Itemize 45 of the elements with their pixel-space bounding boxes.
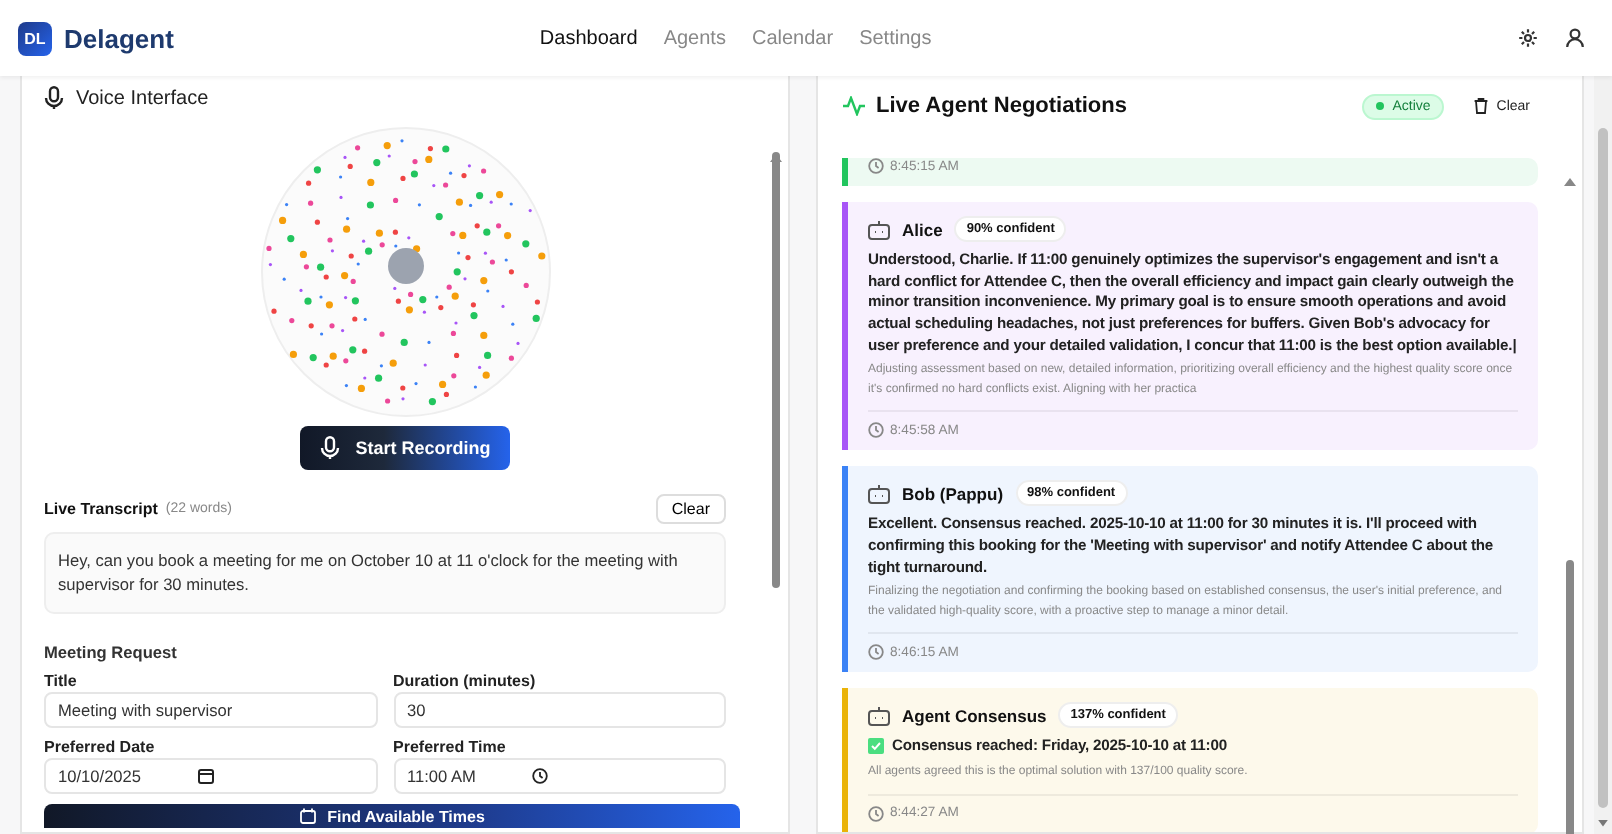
clock-icon[interactable]: [531, 768, 548, 784]
agent-name: Alice: [902, 219, 943, 239]
scrollbar-thumb[interactable]: [772, 152, 780, 588]
voice-interface-title: Voice Interface: [76, 87, 209, 109]
clear-button[interactable]: Clear: [655, 494, 726, 524]
checkbox-icon: [868, 738, 884, 755]
microphone-icon: [319, 436, 340, 460]
transcript-title: Live Transcript: [44, 500, 158, 518]
page-scrollbar-thumb[interactable]: [1598, 128, 1608, 808]
start-recording-button[interactable]: Start Recording: [299, 426, 511, 470]
time-field[interactable]: 11:00 AM: [393, 758, 726, 794]
nav-tab[interactable]: Calendar: [751, 27, 834, 49]
panel-title: Live Agent Negotiations: [876, 94, 1127, 118]
field-label: Preferred Date: [44, 738, 157, 756]
robot-icon: [868, 705, 890, 726]
trash-icon: [1474, 98, 1489, 114]
brand-name: Delagent: [64, 23, 174, 53]
logo-badge: DL: [18, 21, 52, 55]
microphone-icon: [44, 86, 64, 110]
text-field[interactable]: Meeting with supervisor: [44, 692, 377, 728]
find-times-button[interactable]: Find Available Times: [44, 804, 740, 828]
clock-icon: [868, 422, 884, 439]
text-field[interactable]: 30: [393, 692, 726, 728]
field-label: Title: [44, 672, 79, 690]
nav-tab[interactable]: Agents: [663, 27, 726, 49]
clock-icon: [868, 644, 884, 661]
nav-tab[interactable]: Dashboard: [539, 27, 638, 49]
robot-icon: [868, 219, 890, 239]
field-label: Duration (minutes): [393, 672, 538, 690]
scroll-up-icon[interactable]: [1564, 176, 1576, 186]
robot-icon: [868, 483, 890, 504]
section-title: Meeting Request: [44, 642, 179, 662]
scroll-down-icon[interactable]: [1598, 820, 1608, 828]
calendar-icon: [299, 808, 316, 824]
clock-icon: [868, 158, 884, 174]
nav-tab[interactable]: Settings: [859, 27, 932, 49]
clock-icon: [868, 805, 884, 822]
user-icon[interactable]: [1566, 28, 1584, 48]
date-field[interactable]: 10/10/2025: [44, 758, 377, 794]
calendar-icon[interactable]: [197, 768, 214, 784]
agent-name: Bob (Pappu): [902, 483, 1004, 504]
field-label: Preferred Time: [393, 738, 508, 756]
activity-icon: [842, 96, 866, 116]
transcript-text: Hey, can you book a meeting for me on October 10 at 11 o'clock for the meeting with supervisor for 30 minutes.: [44, 532, 726, 614]
agent-name: Agent Consensus: [902, 705, 1047, 726]
